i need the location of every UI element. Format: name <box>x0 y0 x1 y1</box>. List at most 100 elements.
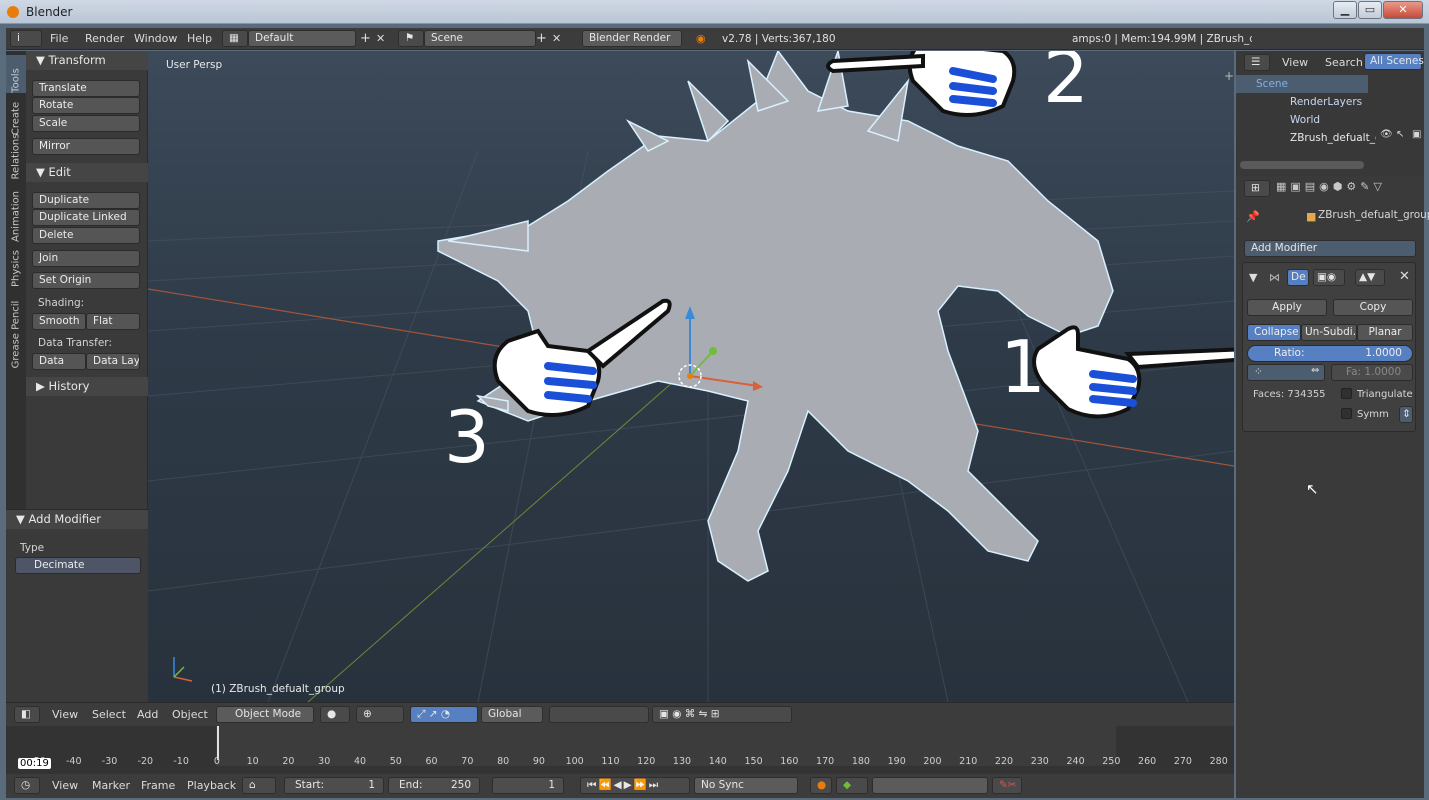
duplicate-linked-button[interactable]: Duplicate Linked <box>32 209 140 226</box>
transform-panel-header[interactable]: ▼ Transform <box>26 51 148 70</box>
smooth-shading-button[interactable]: Smooth <box>32 313 86 330</box>
data-transfer-button[interactable]: Data <box>32 353 86 370</box>
display-mode-dropdown[interactable]: All Scenes <box>1364 53 1424 70</box>
modifier-type-dropdown[interactable]: Decimate <box>15 557 141 574</box>
scene-icon[interactable]: ⚑ <box>398 30 424 47</box>
history-panel-header[interactable]: ▶ History <box>26 377 148 396</box>
symmetry-axis-dropdown[interactable]: ⇕ <box>1399 406 1413 423</box>
sync-dropdown[interactable]: No Sync <box>694 777 798 794</box>
add-modifier-dropdown[interactable]: Add Modifier <box>1244 240 1416 257</box>
keying-set-field[interactable] <box>872 777 988 794</box>
menu-render[interactable]: Render <box>85 28 124 50</box>
current-frame-field[interactable]: 1 <box>492 777 564 794</box>
duplicate-button[interactable]: Duplicate <box>32 192 140 209</box>
object-mode-dropdown[interactable]: Object Mode <box>216 706 314 723</box>
outliner-item-renderlayers[interactable]: RenderLayers <box>1290 93 1362 111</box>
select-cursor-icon[interactable]: ↖ <box>1396 129 1404 140</box>
modifier-visibility-icons[interactable]: ▣◉ <box>1313 269 1345 286</box>
render-camera-icon[interactable]: ▣ <box>1412 129 1421 140</box>
menu-help[interactable]: Help <box>187 28 212 50</box>
key-tools-icons[interactable]: ✎✂ <box>992 777 1022 794</box>
minimize-button[interactable]: ▁ <box>1333 1 1357 19</box>
data-layout-button[interactable]: Data Layo <box>86 353 140 370</box>
tab-grease-pencil[interactable]: Grease Pencil <box>6 299 26 369</box>
outliner-search-menu[interactable]: Search <box>1325 54 1363 72</box>
viewport-corner-plus-icon[interactable]: + <box>1224 69 1234 83</box>
collapse-mode-button[interactable]: Collapse <box>1247 324 1301 341</box>
tab-tools[interactable]: Tools <box>6 55 26 93</box>
layout-remove-icon[interactable]: ✕ <box>376 28 385 50</box>
add-menu[interactable]: Add <box>137 703 158 727</box>
outliner-item-object[interactable]: ZBrush_defualt_gr <box>1290 129 1376 147</box>
scene-field[interactable]: Scene <box>424 30 536 47</box>
properties-editor-icon[interactable]: ⊞ <box>1244 180 1270 197</box>
scale-button[interactable]: Scale <box>32 115 140 132</box>
copy-button[interactable]: Copy <box>1333 299 1413 316</box>
join-button[interactable]: Join <box>32 250 140 267</box>
layer-buttons[interactable] <box>549 706 649 723</box>
playback-controls[interactable]: ⏮⏪◀▶⏩⏭ <box>580 777 690 794</box>
modifier-move-icons[interactable]: ▲▼ <box>1355 269 1385 286</box>
pivot-icon[interactable]: ⊕ <box>356 706 404 723</box>
tab-relations[interactable]: Relations <box>6 134 26 187</box>
manipulator-icons[interactable]: ⤢ ↗ ◔ <box>410 706 478 723</box>
layout-add-icon[interactable]: + <box>360 28 371 50</box>
delete-button[interactable]: Delete <box>32 227 140 244</box>
ratio-slider[interactable]: Ratio: 1.0000 <box>1247 345 1413 362</box>
3d-viewport[interactable]: User Persp (1) ZBrush_defualt_group 1 2 … <box>148 51 1234 702</box>
outliner[interactable]: ☰ View Search All Scenes Scene RenderLay… <box>1236 51 1424 176</box>
shading-mode-icon[interactable]: ● <box>320 706 350 723</box>
scene-remove-icon[interactable]: ✕ <box>552 28 561 50</box>
editor-type-icon[interactable]: ◧ <box>14 706 40 723</box>
snap-tools[interactable]: ▣ ◉ ⌘ ⇋ ⊞ <box>652 706 792 723</box>
menu-file[interactable]: File <box>50 28 68 50</box>
pin-icon[interactable]: 📌 <box>1246 210 1260 223</box>
edit-panel-header[interactable]: ▼ Edit <box>26 163 148 182</box>
triangulate-checkbox[interactable] <box>1341 388 1352 399</box>
start-frame-field[interactable]: Start: 1 <box>284 777 384 794</box>
end-frame-field[interactable]: End: 250 <box>388 777 480 794</box>
info-editor-icon[interactable]: i <box>10 30 42 47</box>
add-modifier-operator-header[interactable]: ▼ Add Modifier <box>6 510 148 529</box>
symmetry-checkbox[interactable] <box>1341 408 1352 419</box>
layout-field[interactable]: Default <box>248 30 356 47</box>
close-button[interactable]: ✕ <box>1383 1 1423 19</box>
view-menu[interactable]: View <box>52 703 78 727</box>
lock-icon[interactable]: ⌂ <box>242 777 276 794</box>
layout-icon[interactable]: ▦ <box>222 30 248 47</box>
scene-add-icon[interactable]: + <box>536 28 547 50</box>
timeline-area[interactable]: -50-40-30-20-100102030405060708090100110… <box>6 726 1234 774</box>
factor-field[interactable]: Fa: 1.0000 <box>1331 364 1413 381</box>
keying-icon[interactable]: ◆ <box>836 777 868 794</box>
outliner-item-world[interactable]: World <box>1290 111 1320 129</box>
apply-button[interactable]: Apply <box>1247 299 1327 316</box>
outliner-view-menu[interactable]: View <box>1282 54 1308 72</box>
outliner-editor-icon[interactable]: ☰ <box>1244 54 1270 71</box>
marker-menu[interactable]: Marker <box>92 774 130 798</box>
planar-mode-button[interactable]: Planar <box>1357 324 1413 341</box>
tab-physics[interactable]: Physics <box>6 247 26 297</box>
outliner-item-scene[interactable]: Scene <box>1256 75 1288 93</box>
rotate-button[interactable]: Rotate <box>32 97 140 114</box>
menu-window[interactable]: Window <box>134 28 177 50</box>
orientation-dropdown[interactable]: Global <box>481 706 543 723</box>
record-icon[interactable]: ● <box>810 777 832 794</box>
outliner-scrollbar[interactable] <box>1240 161 1364 169</box>
timeline-editor-icon[interactable]: ◷ <box>14 777 40 794</box>
frame-menu[interactable]: Frame <box>141 774 175 798</box>
remove-modifier-icon[interactable]: ✕ <box>1399 269 1410 284</box>
unsubdivide-mode-button[interactable]: Un-Subdi... <box>1301 324 1357 341</box>
set-origin-dropdown[interactable]: Set Origin <box>32 272 140 289</box>
flat-shading-button[interactable]: Flat <box>86 313 140 330</box>
invert-vertex-group-icon[interactable]: ⇔ <box>1311 365 1319 376</box>
maximize-button[interactable]: ▭ <box>1358 1 1382 19</box>
translate-button[interactable]: Translate <box>32 80 140 97</box>
playback-menu[interactable]: Playback <box>187 774 236 798</box>
collapse-arrow-icon[interactable]: ▼ <box>1249 271 1257 284</box>
object-menu[interactable]: Object <box>172 703 208 727</box>
tab-animation[interactable]: Animation <box>6 189 26 245</box>
properties-context-tabs[interactable]: ▦▣▤◉⬢⚙✎▽ <box>1276 180 1422 197</box>
properties-editor[interactable]: ⊞ ▦▣▤◉⬢⚙✎▽ 📌 ■ ZBrush_defualt_group Add … <box>1236 176 1429 798</box>
select-menu[interactable]: Select <box>92 703 126 727</box>
mirror-button[interactable]: Mirror <box>32 138 140 155</box>
